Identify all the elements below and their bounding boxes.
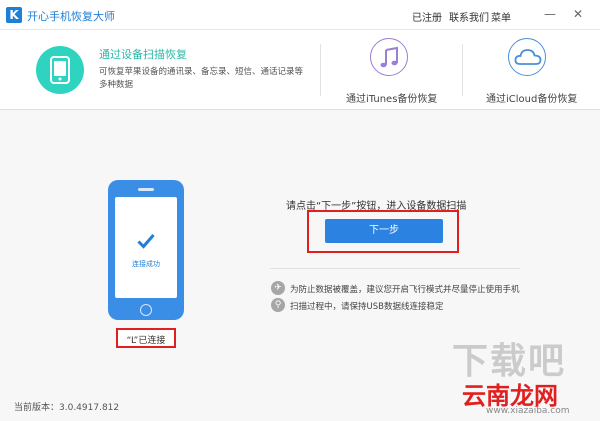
app-logo-icon: K xyxy=(6,7,22,23)
device-scan-title[interactable]: 通过设备扫描恢复 xyxy=(99,46,187,62)
icloud-mode-label[interactable]: 通过iCloud备份恢复 xyxy=(486,90,577,105)
registered-link[interactable]: 已注册 xyxy=(412,9,442,24)
close-icon[interactable]: ✕ xyxy=(570,6,586,22)
phone-speaker xyxy=(138,188,154,191)
connection-status: 连接成功 xyxy=(132,260,160,268)
next-step-button[interactable]: 下一步 xyxy=(325,219,443,243)
title-bar: K 开心手机恢复大师 已注册 联系我们 菜单 — ✕ xyxy=(0,0,600,30)
phone-screen: 连接成功 xyxy=(115,197,177,298)
device-scan-mode[interactable] xyxy=(36,46,84,94)
recovery-mode-bar: 通过设备扫描恢复 可恢复苹果设备的通讯录、备忘录、短信、通话记录等多种数据 通过… xyxy=(0,30,600,110)
app-title: 开心手机恢复大师 xyxy=(27,10,115,23)
next-button-highlight: 下一步 xyxy=(307,210,459,253)
minimize-icon[interactable]: — xyxy=(542,6,558,22)
device-scan-desc: 可恢复苹果设备的通讯录、备忘录、短信、通话记录等多种数据 xyxy=(99,67,304,90)
checkmark-icon xyxy=(137,234,155,249)
itunes-mode-label[interactable]: 通过iTunes备份恢复 xyxy=(346,90,437,105)
airplane-icon: ✈ xyxy=(271,281,285,295)
phone-icon xyxy=(50,56,70,84)
phone-illustration: 连接成功 xyxy=(108,180,184,320)
device-name-highlight: “L”已连接 xyxy=(116,328,176,348)
version-label: 当前版本：3.0.4917.812 xyxy=(14,403,120,413)
watermark-url: www.xiazaiba.com xyxy=(486,406,570,416)
contact-us-link[interactable]: 联系我们 xyxy=(449,9,489,24)
music-note-icon xyxy=(380,46,398,68)
phone-home-button xyxy=(140,304,152,316)
divider xyxy=(270,268,520,269)
icloud-mode[interactable] xyxy=(508,38,546,76)
itunes-mode[interactable] xyxy=(370,38,408,76)
device-name-label: “L”已连接 xyxy=(126,336,166,346)
usb-icon: ⚲ xyxy=(271,298,285,312)
tip-usb-stable: 扫描过程中，请保持USB数据线连接稳定 xyxy=(290,302,444,312)
divider xyxy=(462,44,463,96)
menu-link[interactable]: 菜单 xyxy=(491,9,511,24)
cloud-icon xyxy=(514,49,542,65)
divider xyxy=(320,44,321,96)
tip-airplane-mode: 为防止数据被覆盖，建议您开启飞行模式并尽量停止使用手机 xyxy=(290,285,520,295)
